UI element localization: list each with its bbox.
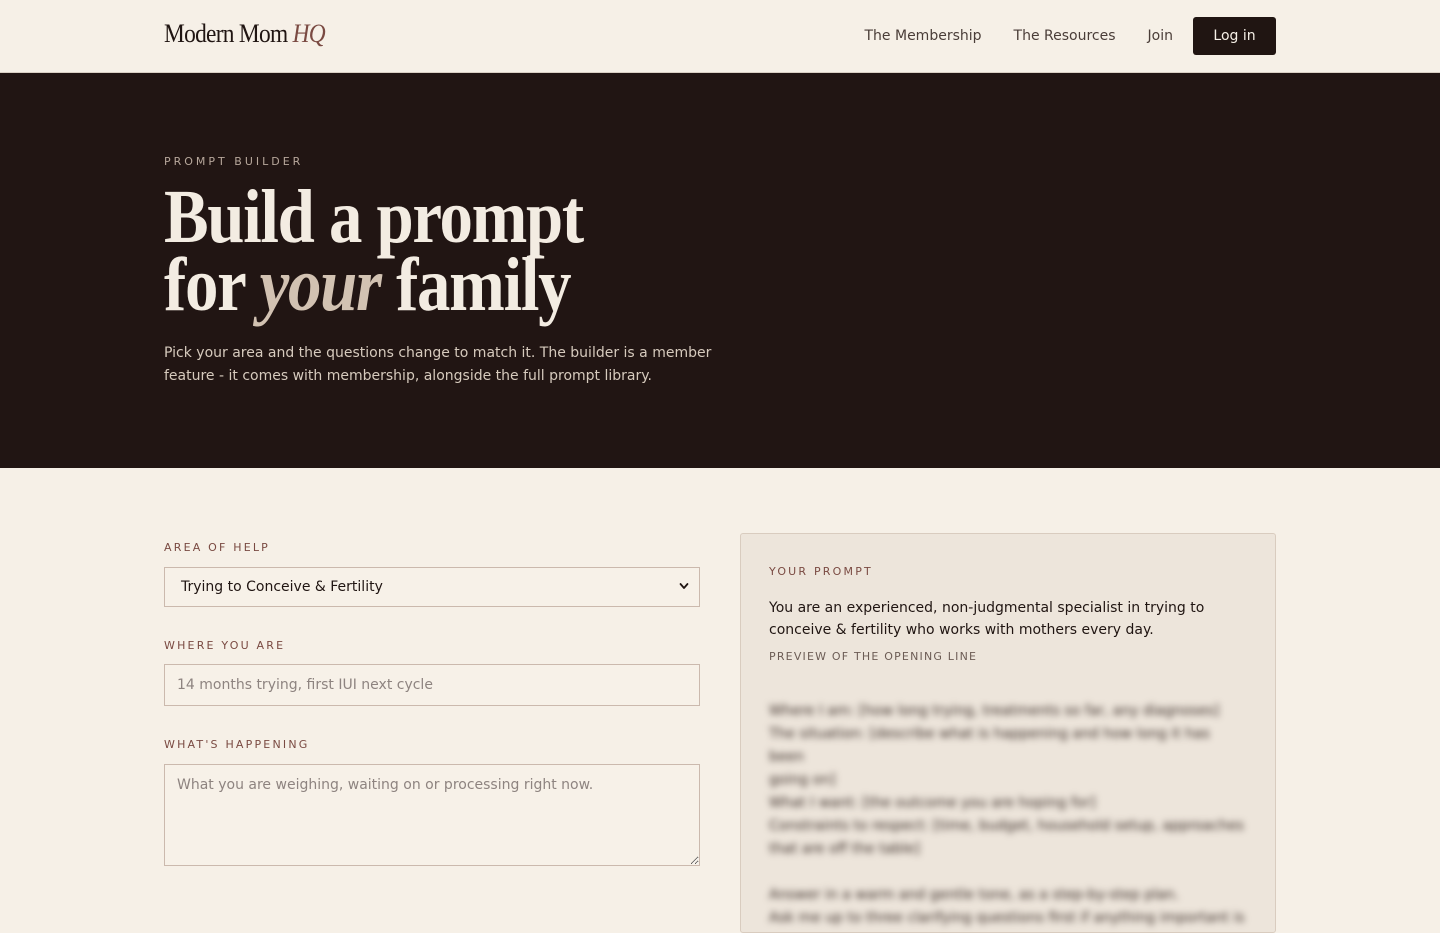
happening-label: WHAT'S HAPPENING <box>164 738 310 751</box>
blurred-line: The situation: [describe what is happeni… <box>769 726 1210 765</box>
logo-accent: HQ <box>292 19 326 48</box>
blurred-prompt-body: Where I am: [how long trying, treatments… <box>769 700 1249 930</box>
prompt-panel-eyebrow: YOUR PROMPT <box>769 565 873 578</box>
site-header: Modern Mom HQ The Membership The Resourc… <box>0 0 1440 73</box>
nav-link-join[interactable]: Join <box>1148 28 1173 44</box>
chevron-down-icon <box>679 583 689 589</box>
blurred-line: Ask me up to three clarifying questions … <box>769 910 1245 926</box>
where-input[interactable] <box>164 664 700 706</box>
hero-title: Build a prompt for your family <box>164 179 584 323</box>
nav-link-membership[interactable]: The Membership <box>865 28 982 44</box>
area-label: AREA OF HELP <box>164 541 271 554</box>
happening-textarea[interactable] <box>164 764 700 866</box>
main-nav: The Membership The Resources Join Log in <box>865 17 1276 55</box>
where-label: WHERE YOU ARE <box>164 639 286 652</box>
hero-title-line2-post: family <box>380 243 571 327</box>
prompt-intro: You are an experienced, non-judgmental s… <box>769 600 1205 638</box>
hero-section: PROMPT BUILDER Build a prompt for your f… <box>0 73 1440 468</box>
blurred-line: going on] <box>769 772 836 788</box>
hero-title-line2-em: your <box>259 243 382 327</box>
site-logo[interactable]: Modern Mom HQ <box>164 19 326 49</box>
area-select[interactable]: Trying to Conceive & Fertility <box>164 567 700 607</box>
login-button[interactable]: Log in <box>1193 17 1276 55</box>
blurred-line: that are off the table] <box>769 841 920 857</box>
blurred-line: Constraints to respect: [time, budget, h… <box>769 818 1244 834</box>
logo-main: Modern Mom <box>164 19 288 48</box>
hero-subtitle: Pick your area and the questions change … <box>164 345 712 384</box>
blurred-line: Where I am: [how long trying, treatments… <box>769 703 1220 719</box>
prompt-preview-panel: YOUR PROMPT You are an experienced, non-… <box>740 533 1276 933</box>
blurred-line: Answer in a warm and gentle tone, as a s… <box>769 887 1180 903</box>
blurred-line: What I want: [the outcome you are hoping… <box>769 795 1096 811</box>
hero-title-line2-pre: for <box>164 243 260 327</box>
blurred-spacer <box>769 861 1249 884</box>
hero-eyebrow: PROMPT BUILDER <box>164 155 304 168</box>
nav-link-resources[interactable]: The Resources <box>1014 28 1116 44</box>
area-select-value: Trying to Conceive & Fertility <box>181 579 383 595</box>
preview-label: PREVIEW OF THE OPENING LINE <box>769 650 978 663</box>
